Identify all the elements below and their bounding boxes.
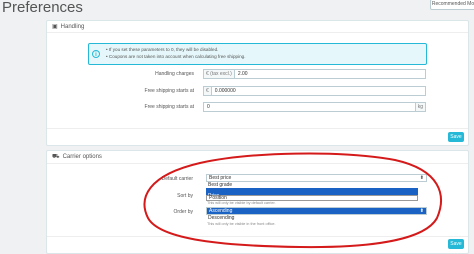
chevron-updown-icon: ⬍ [419,175,424,181]
order-by-help: This will only be visible in the front o… [207,222,276,226]
free-shipping-weight-value: 0 [207,104,210,110]
info-line-2: • Coupons are not taken into account whe… [106,54,246,59]
sort-by-help: This will only be visible by default car… [207,201,276,205]
handling-panel-title: Handling [60,23,85,30]
box-icon: ▣ [52,24,58,30]
currency-prefix: € [204,87,212,95]
handling-charges-label: Handling charges [155,71,194,77]
default-carrier-label: Default carrier [161,176,193,182]
free-shipping-price-input[interactable]: € 0.000000 [203,86,426,96]
free-shipping-price-label: Free shipping starts at [144,88,194,94]
chevron-updown-icon: ⬍ [419,208,424,214]
free-shipping-price-value: 0.000000 [214,88,236,94]
order-by-option[interactable]: Descending [206,215,236,221]
currency-prefix: € (tax excl.) [204,70,235,78]
weight-suffix: kg [414,103,425,111]
handling-panel-header: ▣ Handling [47,21,468,33]
info-line-1: • If you set these parameters to 0, they… [106,47,219,52]
handling-charges-value: 2.00 [237,71,248,77]
carrier-save-button[interactable]: Save [448,239,464,249]
carrier-panel-header: ⛟ Carrier options [47,151,468,164]
default-carrier-select[interactable]: Best price ⬍ [206,174,427,182]
panel-footer-divider [47,128,468,129]
order-by-value: Ascending [209,208,233,214]
recommended-modules-button[interactable]: Recommended Mo [430,0,474,10]
free-shipping-weight-label: Free shipping starts at [144,104,194,110]
carrier-footer-divider [47,236,468,237]
default-carrier-value: Best price [209,175,232,181]
free-shipping-weight-input[interactable]: 0 kg [203,102,426,112]
carrier-panel-title: Carrier options [62,154,102,160]
sort-by-label: Sort by [177,193,193,199]
handling-save-button[interactable]: Save [448,132,464,142]
handling-charges-input[interactable]: € (tax excl.) 2.00 [203,69,426,79]
truck-icon: ⛟ [52,154,60,160]
page-title: Preferences [2,0,83,16]
info-icon: i [92,50,100,58]
order-by-select[interactable]: Ascending ⬍ [206,207,427,215]
order-by-label: Order by [173,209,193,215]
